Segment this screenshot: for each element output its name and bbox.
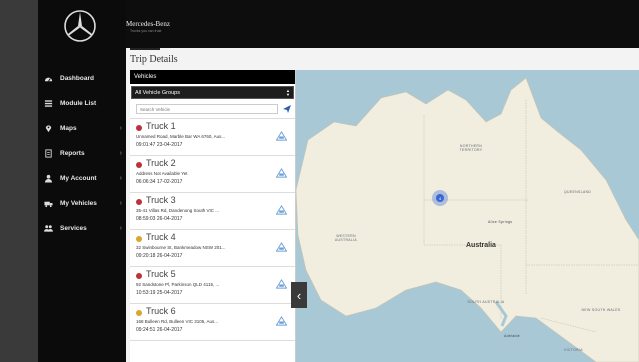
vehicle-address: Unnamed Road, Marble Bar WA 6760, Aus... <box>136 134 226 139</box>
sidebar-item-reports[interactable]: Reports › <box>38 141 126 166</box>
sidebar-item-label: My Vehicles <box>60 200 97 207</box>
vehicle-name: Truck 2 <box>146 158 176 168</box>
vehicle-cluster-marker[interactable]: 4 <box>432 190 448 206</box>
group-icon <box>44 224 53 233</box>
truck-status-icon[interactable] <box>276 279 287 289</box>
vehicle-address: 168 Bulleen Rd, Bulleen VIC 3105, Aus... <box>136 319 219 324</box>
truck-status-icon[interactable] <box>276 205 287 215</box>
vehicle-time: 08:59:03 26-04-2017 <box>136 216 183 222</box>
main-content: Trip Details Vehicles All Vehicle Groups… <box>126 48 639 362</box>
page-title: Trip Details <box>130 54 178 65</box>
sidebar-item-maps[interactable]: Maps › <box>38 116 126 141</box>
user-icon <box>44 174 53 183</box>
sidebar-item-label: My Account <box>60 175 97 182</box>
vehicle-list-item[interactable]: Truck 4 32 Swinbourne St, Bankmeadow NSW… <box>130 230 295 267</box>
truck-status-icon[interactable] <box>276 242 287 252</box>
vehicle-address: 92 Sandstone Pl, Parkinson QLD 4115, ... <box>136 282 220 287</box>
vehicle-time: 10:53:19 25-04-2017 <box>136 290 183 296</box>
region-label: NORTHERN TERRITORY <box>459 144 483 152</box>
vehicle-group-select[interactable]: All Vehicle Groups ▲ ▼ <box>131 86 294 99</box>
sidebar-item-services[interactable]: Services › <box>38 216 126 241</box>
vehicle-address: 35-41 Villas Rd, Dandenong South VIC ... <box>136 208 219 213</box>
vehicle-name: Truck 4 <box>146 232 176 242</box>
vehicle-address: 32 Swinbourne St, Bankmeadow NSW 201... <box>136 245 226 250</box>
search-row <box>130 99 295 119</box>
mercedes-logo <box>64 10 96 42</box>
chevron-right-icon: › <box>119 150 122 157</box>
sidebar-item-my-account[interactable]: My Account › <box>38 166 126 191</box>
vehicle-address: Address Not Available Yet <box>136 171 188 176</box>
brand-tagline: Trucks you can trust <box>130 29 162 33</box>
region-label: WESTERN AUSTRALIA <box>334 234 358 242</box>
city-label: Alice Springs <box>488 220 513 224</box>
status-dot <box>136 125 142 131</box>
search-input[interactable] <box>136 104 278 114</box>
cluster-count: 4 <box>436 194 444 202</box>
vehicle-list-item[interactable]: Truck 1 Unnamed Road, Marble Bar WA 6760… <box>130 119 295 156</box>
sidebar-item-module-list[interactable]: Module List <box>38 91 126 116</box>
region-label: SOUTH AUSTRALIA <box>467 300 505 304</box>
select-arrows-icon: ▲ ▼ <box>286 88 290 97</box>
region-label: QUEENSLAND <box>564 190 592 194</box>
dashboard-icon <box>44 74 53 83</box>
country-label: Australia <box>466 242 496 249</box>
vehicle-name: Truck 1 <box>146 121 176 131</box>
chevron-right-icon: › <box>119 200 122 207</box>
chevron-right-icon: › <box>119 175 122 182</box>
locate-icon[interactable] <box>282 104 292 114</box>
vehicle-name: Truck 6 <box>146 306 176 316</box>
map-canvas <box>296 77 639 362</box>
report-icon <box>44 149 53 158</box>
sidebar-item-label: Maps <box>60 125 77 132</box>
status-dot <box>136 310 142 316</box>
vehicle-list-item[interactable]: Truck 6 168 Bulleen Rd, Bulleen VIC 3105… <box>130 304 295 341</box>
vehicle-list-item[interactable]: Truck 3 35-41 Villas Rd, Dandenong South… <box>130 193 295 230</box>
vehicle-time: 09:01:47 23-04-2017 <box>136 142 183 148</box>
sidebar: Dashboard Module List Maps › Reports › M… <box>38 0 126 362</box>
sidebar-item-dashboard[interactable]: Dashboard <box>38 66 126 91</box>
truck-status-icon[interactable] <box>276 168 287 178</box>
sidebar-item-label: Services <box>60 225 87 232</box>
region-label: NEW SOUTH WALES <box>581 308 621 312</box>
title-accent <box>130 48 160 50</box>
sidebar-item-my-vehicles[interactable]: My Vehicles › <box>38 191 126 216</box>
sidebar-item-label: Dashboard <box>60 75 94 82</box>
vehicle-time: 09:24:51 26-04-2017 <box>136 327 183 333</box>
vehicle-name: Truck 3 <box>146 195 176 205</box>
status-dot <box>136 273 142 279</box>
app-window: Dashboard Module List Maps › Reports › M… <box>38 0 639 362</box>
panel-header: Vehicles <box>130 70 295 84</box>
sidebar-nav: Dashboard Module List Maps › Reports › M… <box>38 66 126 241</box>
status-dot <box>136 236 142 242</box>
vehicle-time: 09:20:18 26-04-2017 <box>136 253 183 259</box>
brand-name: Mercedes-Benz <box>126 20 170 28</box>
list-icon <box>44 99 53 108</box>
screen-frame: Dashboard Module List Maps › Reports › M… <box>0 0 639 362</box>
chevron-right-icon: › <box>119 125 122 132</box>
top-bar: Mercedes-Benz Trucks you can trust <box>126 0 639 48</box>
vehicle-time: 06:06:34 17-02-2017 <box>136 179 183 185</box>
city-label: Adelaide <box>504 334 521 338</box>
map-view[interactable]: NORTHERN TERRITORY QUEENSLAND WESTERN AU… <box>296 70 639 362</box>
status-dot <box>136 199 142 205</box>
background-strip <box>0 0 38 362</box>
vehicle-name: Truck 5 <box>146 269 176 279</box>
status-dot <box>136 162 142 168</box>
sidebar-item-label: Module List <box>60 100 97 107</box>
vehicle-list-item[interactable]: Truck 5 92 Sandstone Pl, Parkinson QLD 4… <box>130 267 295 304</box>
vehicle-list-item[interactable]: Truck 2 Address Not Available Yet 06:06:… <box>130 156 295 193</box>
vehicles-panel: Vehicles All Vehicle Groups ▲▼ Truck 1 U… <box>130 70 296 362</box>
chevron-right-icon: › <box>119 225 122 232</box>
vehicle-group-value: All Vehicle Groups <box>135 89 180 96</box>
region-label: VICTORIA <box>564 348 583 352</box>
sidebar-item-label: Reports <box>60 150 85 157</box>
truck-icon <box>44 199 53 208</box>
truck-status-icon[interactable] <box>276 316 287 326</box>
collapse-panel-button[interactable]: ‹ <box>291 282 307 308</box>
map-pin-icon <box>44 124 53 133</box>
truck-status-icon[interactable] <box>276 131 287 141</box>
